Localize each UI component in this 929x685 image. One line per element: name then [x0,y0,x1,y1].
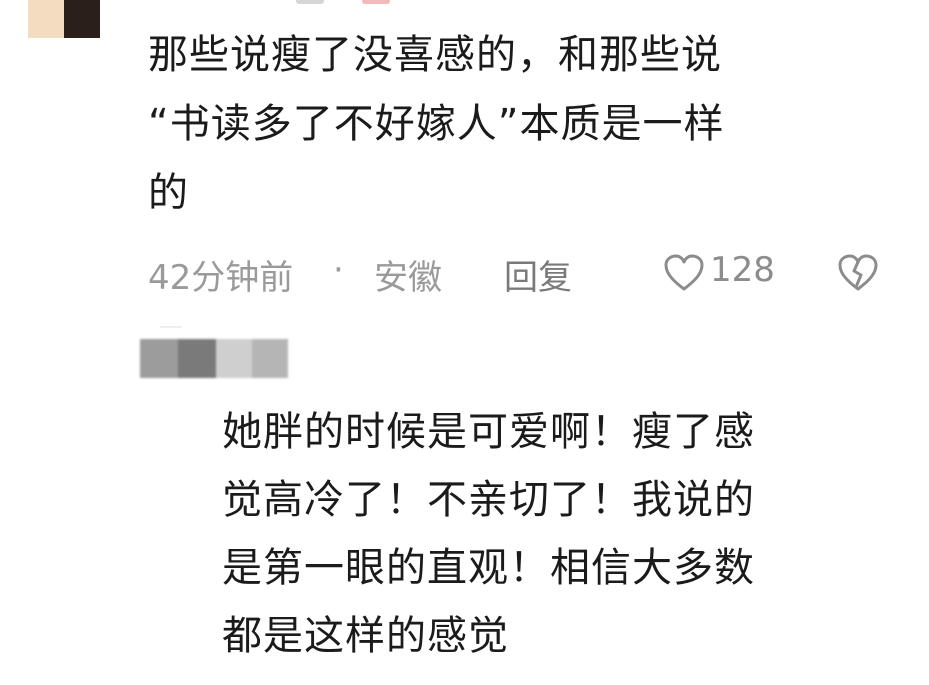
comment-text: 那些说瘦了没喜感的，和那些说 “书读多了不好嫁人”本质是一样 的 [148,32,725,216]
meta-separator: · [333,250,344,290]
avatar-segment [28,0,64,38]
avatar[interactable] [28,0,100,38]
blur-block [216,339,252,378]
heart-outline-icon [664,254,704,291]
reply-button[interactable]: 回复 [504,250,572,299]
comment-meta-row: 42分钟前 · 安徽 回复 128 [148,246,888,300]
blur-block [140,339,178,378]
top-edge-mark [296,0,324,4]
reply-comment-text: 她胖的时候是可爱啊！瘦了感 觉高冷了！不亲切了！我说的 是第一眼的直观！相信大多… [222,409,755,659]
blurred-username[interactable] [140,339,288,378]
broken-heart-icon [838,254,878,291]
avatar-segment [64,0,100,38]
dislike-button[interactable] [838,254,878,301]
thread-divider [160,326,182,328]
blur-block [178,339,216,378]
comment-location: 安徽 [374,258,442,298]
comment-timestamp: 42分钟前 [148,258,294,298]
like-count: 128 [710,250,775,290]
blur-block [252,339,288,378]
top-edge-mark [362,0,390,4]
